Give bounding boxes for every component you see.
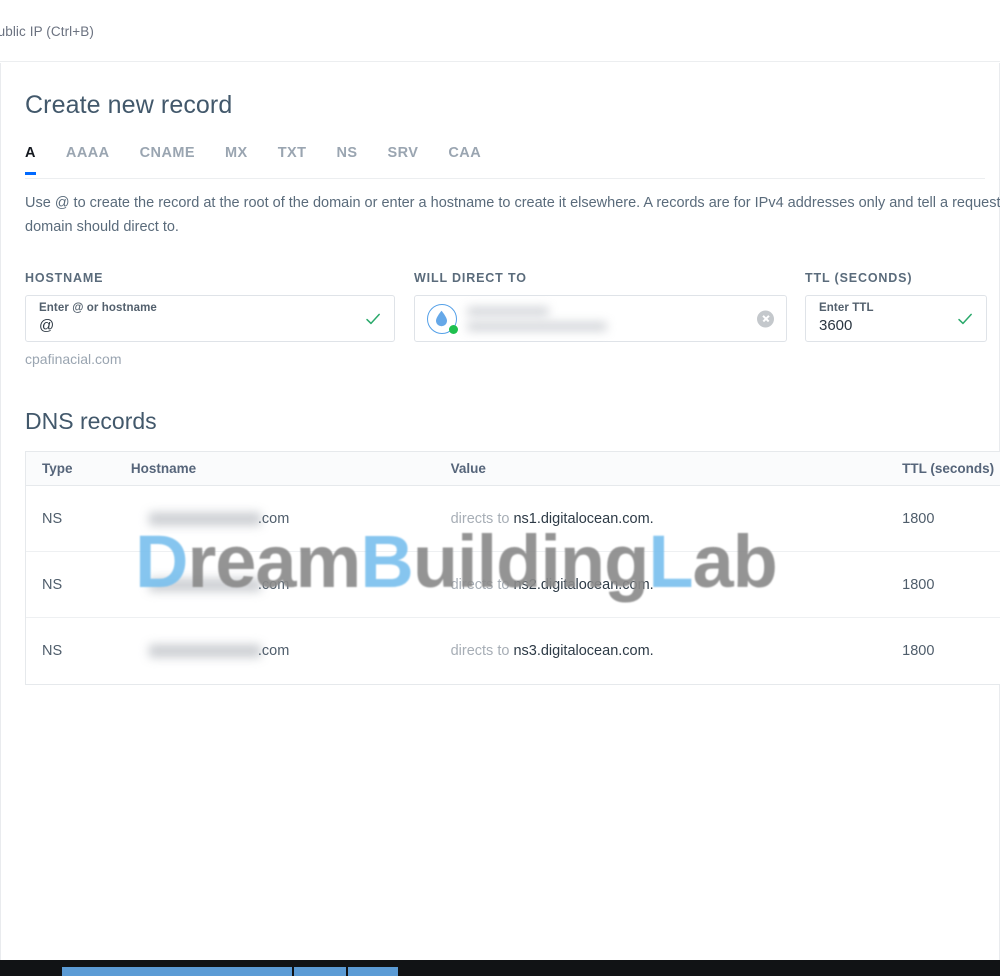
cell-type: NS	[42, 643, 63, 659]
cell-value: directs to ns3.digitalocean.com.	[451, 642, 903, 660]
cell-value: directs to ns1.digitalocean.com.	[451, 510, 903, 528]
redacted-hostname	[148, 644, 261, 658]
hostname-input[interactable]: Enter @ or hostname @	[25, 295, 395, 342]
will-direct-to-label: WILL DIRECT TO	[414, 271, 527, 285]
taskbar-item[interactable]	[158, 967, 210, 976]
value-target: ns2.digitalocean.com.	[513, 576, 654, 593]
cell-value: directs to ns2.digitalocean.com.	[451, 576, 903, 594]
value-lead-text: directs to	[450, 576, 510, 593]
column-header-ttl: TTL (seconds)	[902, 461, 995, 476]
tab-a[interactable]: A	[25, 145, 36, 175]
table-row[interactable]: NS .com directs to ns3.digitalocean.com. 18…	[26, 618, 1000, 684]
ttl-value: 3600	[819, 317, 853, 334]
ttl-placeholder: Enter TTL	[819, 302, 874, 314]
tab-cname[interactable]: CNAME	[140, 145, 195, 174]
cell-type: NS	[42, 510, 63, 527]
ttl-valid-check-icon	[958, 313, 972, 324]
screen-root: public IP (Ctrl+B) Create new record A AA…	[0, 0, 1000, 976]
hostname-placeholder: Enter @ or hostname	[39, 302, 157, 314]
hostname-tld: .com	[257, 510, 290, 527]
taskbar-item[interactable]	[206, 967, 258, 976]
taskbar-item[interactable]	[62, 967, 114, 976]
hostname-tld: .com	[257, 643, 290, 659]
droplet-status-dot	[449, 324, 458, 334]
hostname-label: HOSTNAME	[25, 271, 104, 285]
tab-txt[interactable]: TXT	[278, 145, 307, 174]
hostname-helper-text: cpafinacial.com	[25, 351, 122, 367]
tab-srv[interactable]: SRV	[387, 145, 418, 174]
value-lead-text: directs to	[450, 510, 510, 527]
column-header-value: Value	[450, 461, 486, 476]
redacted-droplet-name	[467, 307, 549, 316]
tab-aaaa[interactable]: AAAA	[66, 145, 110, 174]
cell-type: NS	[42, 576, 63, 593]
toolbar-hint-text: public IP (Ctrl+B)	[0, 24, 94, 39]
hostname-input-inner: Enter @ or hostname @	[39, 301, 157, 335]
droplet-icon	[427, 303, 458, 334]
will-direct-to-select[interactable]	[414, 295, 787, 342]
taskbar-item[interactable]	[348, 967, 398, 976]
cell-ttl: 1800	[902, 643, 935, 659]
table-row[interactable]: NS .com directs to ns2.digitalocean.com. 18…	[26, 552, 1000, 618]
column-header-type: Type	[42, 461, 73, 476]
hostname-tld: .com	[257, 576, 290, 593]
value-target: ns1.digitalocean.com.	[513, 510, 654, 527]
table-row[interactable]: NS .com directs to ns1.digitalocean.com. 18…	[26, 486, 1000, 552]
taskbar-item[interactable]	[254, 967, 292, 976]
record-type-tabs: A AAAA CNAME MX TXT NS SRV CAA	[25, 145, 985, 179]
cell-ttl: 1800	[902, 576, 935, 593]
hostname-valid-check-icon	[366, 313, 380, 324]
taskbar-item[interactable]	[294, 967, 346, 976]
create-record-form: HOSTNAME Enter @ or hostname @ cpafinaci…	[25, 271, 1000, 371]
table-header-row: Type Hostname Value TTL (seconds)	[26, 452, 1000, 486]
tab-ns[interactable]: NS	[336, 145, 357, 174]
redacted-droplet-detail	[467, 322, 607, 331]
clear-icon[interactable]	[757, 310, 774, 327]
column-header-hostname: Hostname	[130, 461, 197, 476]
value-lead-text: directs to	[450, 643, 510, 659]
os-taskbar[interactable]	[0, 960, 1000, 976]
tab-caa[interactable]: CAA	[448, 145, 481, 174]
redacted-hostname	[148, 512, 261, 525]
dns-records-heading: DNS records	[25, 408, 157, 434]
hostname-value: @	[39, 317, 55, 334]
dns-records-table: Type Hostname Value TTL (seconds) NS .com…	[25, 451, 1000, 685]
droplet-icon-glyph	[436, 310, 447, 326]
taskbar-item[interactable]	[110, 967, 162, 976]
record-description: Use @ to create the record at the root o…	[25, 195, 1000, 235]
page-title: Create new record	[25, 91, 233, 119]
tab-mx[interactable]: MX	[225, 145, 248, 174]
value-target: ns3.digitalocean.com.	[513, 643, 654, 659]
ttl-label: TTL (SECONDS)	[805, 271, 913, 285]
page-content: Create new record A AAAA CNAME MX TXT NS SRV CA…	[0, 63, 1000, 960]
redacted-hostname	[148, 578, 261, 591]
ttl-input-inner: Enter TTL 3600	[819, 301, 874, 335]
cell-ttl: 1800	[902, 510, 935, 527]
top-toolbar: public IP (Ctrl+B)	[0, 0, 1000, 62]
ttl-input[interactable]: Enter TTL 3600	[805, 295, 987, 342]
